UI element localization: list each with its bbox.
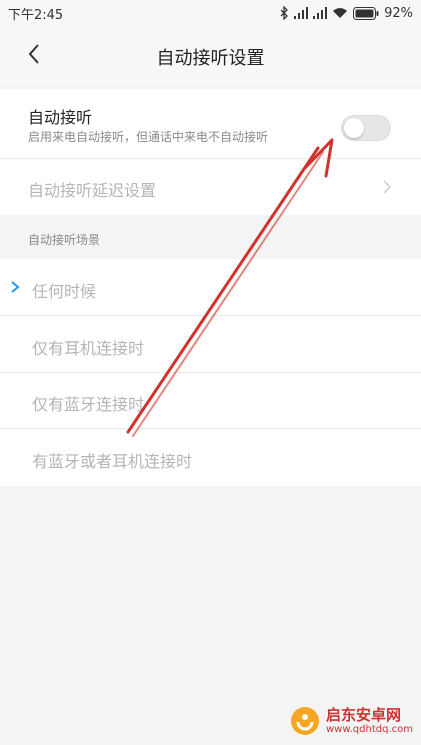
auto-answer-toggle[interactable] — [341, 115, 391, 141]
status-time: 下午2:45 — [8, 7, 64, 23]
bluetooth-icon — [279, 6, 289, 20]
navigation-bar: 自动接听设置 — [0, 26, 421, 86]
scene-option-label: 有蓝牙或者耳机连接时 — [32, 452, 193, 471]
signal-icon — [294, 7, 309, 19]
scene-option-anytime[interactable]: 任何时候 — [0, 259, 421, 316]
scene-options-card: 任何时候 仅有耳机连接时 仅有蓝牙连接时 有蓝牙或者耳机连接时 — [0, 259, 421, 486]
chevron-right-icon — [383, 179, 392, 198]
scene-option-bluetooth-or-headphones[interactable]: 有蓝牙或者耳机连接时 — [0, 429, 421, 486]
battery-icon — [353, 6, 379, 20]
page-title: 自动接听设置 — [156, 48, 265, 69]
auto-answer-title: 自动接听 — [28, 108, 93, 127]
section-header: 自动接听场景 — [28, 233, 101, 247]
watermark: 启东安卓网 www.qdhtdq.com — [290, 706, 413, 736]
watermark-logo-icon — [291, 707, 319, 735]
watermark-url: www.qdhtdq.com — [326, 723, 413, 735]
scene-option-label: 仅有耳机连接时 — [32, 339, 145, 358]
delay-setting-row[interactable]: 自动接听延迟设置 — [0, 159, 421, 215]
scene-option-bluetooth[interactable]: 仅有蓝牙连接时 — [0, 373, 421, 429]
watermark-title: 启东安卓网 — [326, 705, 402, 724]
delay-setting-label: 自动接听延迟设置 — [28, 181, 157, 200]
status-bar: 下午2:45 92% — [0, 0, 421, 26]
scene-option-headphones[interactable]: 仅有耳机连接时 — [0, 316, 421, 373]
auto-answer-row[interactable]: 自动接听 启用来电自动接听，但通话中来电不自动接听 — [0, 89, 421, 159]
scene-option-label: 任何时候 — [32, 282, 97, 301]
check-icon — [10, 279, 20, 298]
signal-icon — [313, 7, 328, 19]
scene-option-label: 仅有蓝牙连接时 — [32, 395, 145, 414]
toggle-knob — [344, 118, 364, 138]
battery-percent: 92% — [384, 5, 413, 21]
auto-answer-subtitle: 启用来电自动接听，但通话中来电不自动接听 — [28, 130, 269, 144]
status-icons: 92% — [279, 6, 413, 21]
auto-answer-card: 自动接听 启用来电自动接听，但通话中来电不自动接听 自动接听延迟设置 — [0, 89, 421, 215]
watermark-text: 启东安卓网 www.qdhtdq.com — [326, 705, 413, 735]
wifi-icon — [332, 7, 348, 19]
